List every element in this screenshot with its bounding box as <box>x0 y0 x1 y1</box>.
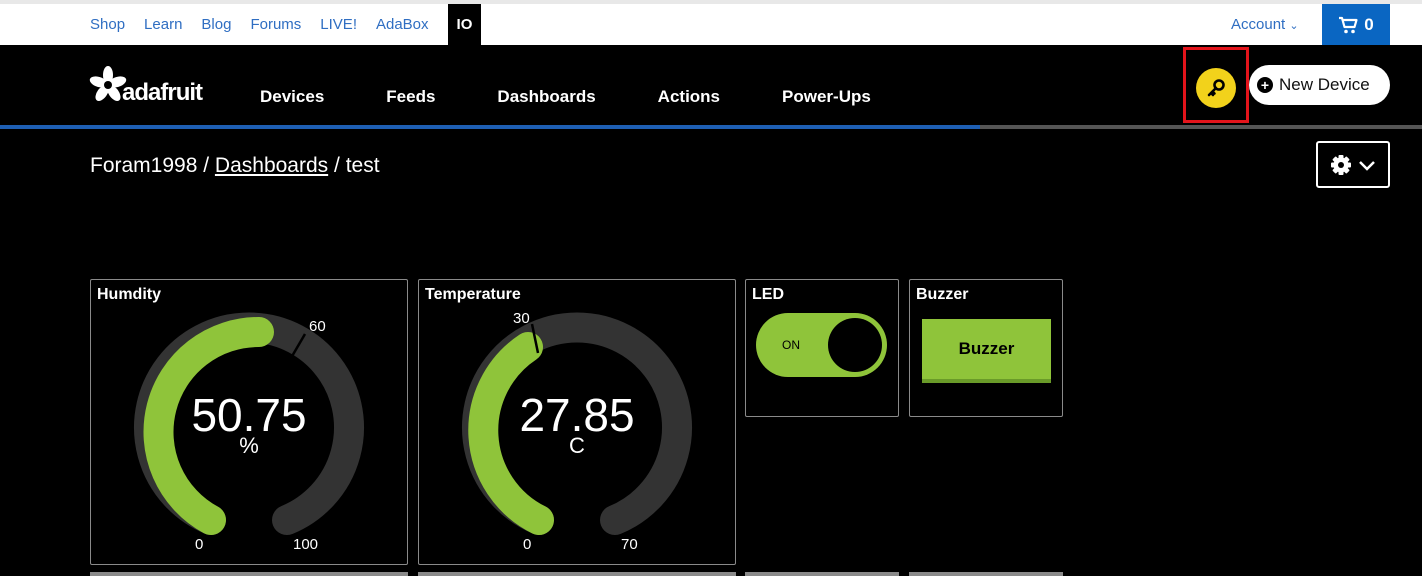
top-link-shop[interactable]: Shop <box>90 16 125 33</box>
block-edge <box>909 572 1063 576</box>
nav-underline <box>0 125 1422 129</box>
cart-icon <box>1339 16 1358 33</box>
gauge-mark-label: 30 <box>513 310 530 327</box>
toggle-knob[interactable] <box>828 318 882 372</box>
chevron-down-icon: ⌄ <box>1289 20 1299 32</box>
gauge-min-label: 0 <box>523 536 532 553</box>
breadcrumb-separator: / <box>334 154 340 177</box>
breadcrumb-separator: / <box>203 154 210 177</box>
gear-icon <box>1331 154 1351 175</box>
new-device-button[interactable]: + New Device <box>1249 65 1390 105</box>
block-title: LED <box>752 286 784 303</box>
block-edge <box>418 572 736 576</box>
buzzer-button-block: Buzzer Buzzer <box>909 279 1063 417</box>
block-edge <box>90 572 408 576</box>
buzzer-button[interactable]: Buzzer <box>922 319 1051 383</box>
top-link-blog[interactable]: Blog <box>201 16 231 33</box>
humidity-gauge-block[interactable]: Humdity 50.75 % 60 0 100 <box>90 279 408 565</box>
block-edge <box>745 572 899 576</box>
block-title: Buzzer <box>916 286 969 303</box>
top-link-adabox[interactable]: AdaBox <box>376 16 429 33</box>
dashboard-settings-button[interactable] <box>1316 141 1390 188</box>
gauge-unit: % <box>239 433 259 458</box>
new-device-label: New Device <box>1279 75 1370 94</box>
chevron-down-icon <box>1359 160 1375 171</box>
gauge-unit: C <box>569 433 585 458</box>
account-menu[interactable]: Account ⌄ <box>1231 16 1299 33</box>
cart-button[interactable]: 0 <box>1322 4 1390 45</box>
highlight-box <box>1183 47 1249 123</box>
led-toggle-switch[interactable]: ON <box>756 313 887 377</box>
top-links: Shop Learn Blog Forums LIVE! AdaBox IO <box>90 4 482 45</box>
nav-actions[interactable]: Actions <box>658 87 720 107</box>
cart-count: 0 <box>1364 14 1374 34</box>
plus-circle-icon: + <box>1257 77 1273 93</box>
account-label: Account <box>1231 16 1286 33</box>
breadcrumb-dashboards-link[interactable]: Dashboards <box>215 154 328 177</box>
gauge-min-label: 0 <box>195 536 204 553</box>
top-link-io[interactable]: IO <box>447 4 482 45</box>
top-link-live[interactable]: LIVE! <box>320 16 357 33</box>
primary-nav-links: Devices Feeds Dashboards Actions Power-U… <box>260 87 933 107</box>
nav-devices[interactable]: Devices <box>260 87 324 107</box>
top-link-learn[interactable]: Learn <box>144 16 182 33</box>
breadcrumb-page: test <box>345 154 380 177</box>
nav-power-ups[interactable]: Power-Ups <box>782 87 871 107</box>
gauge-max-label: 70 <box>621 536 638 553</box>
gauge-mark-label: 60 <box>309 318 326 335</box>
nav-dashboards[interactable]: Dashboards <box>497 87 595 107</box>
led-toggle-block: LED ON <box>745 279 899 417</box>
top-link-forums[interactable]: Forums <box>250 16 301 33</box>
adafruit-logo[interactable]: adafruit <box>88 65 203 106</box>
gauge-max-label: 100 <box>293 536 319 553</box>
toggle-state-label: ON <box>782 338 800 352</box>
nav-feeds[interactable]: Feeds <box>386 87 435 107</box>
top-utility-bar: Shop Learn Blog Forums LIVE! AdaBox IO A… <box>0 0 1422 45</box>
logo-text: adafruit <box>122 79 203 106</box>
breadcrumb: Foram1998 / Dashboards / test <box>90 154 380 178</box>
breadcrumb-user: Foram1998 <box>90 154 198 177</box>
temperature-gauge-block[interactable]: Temperature 27.85 C 30 0 70 <box>418 279 736 565</box>
